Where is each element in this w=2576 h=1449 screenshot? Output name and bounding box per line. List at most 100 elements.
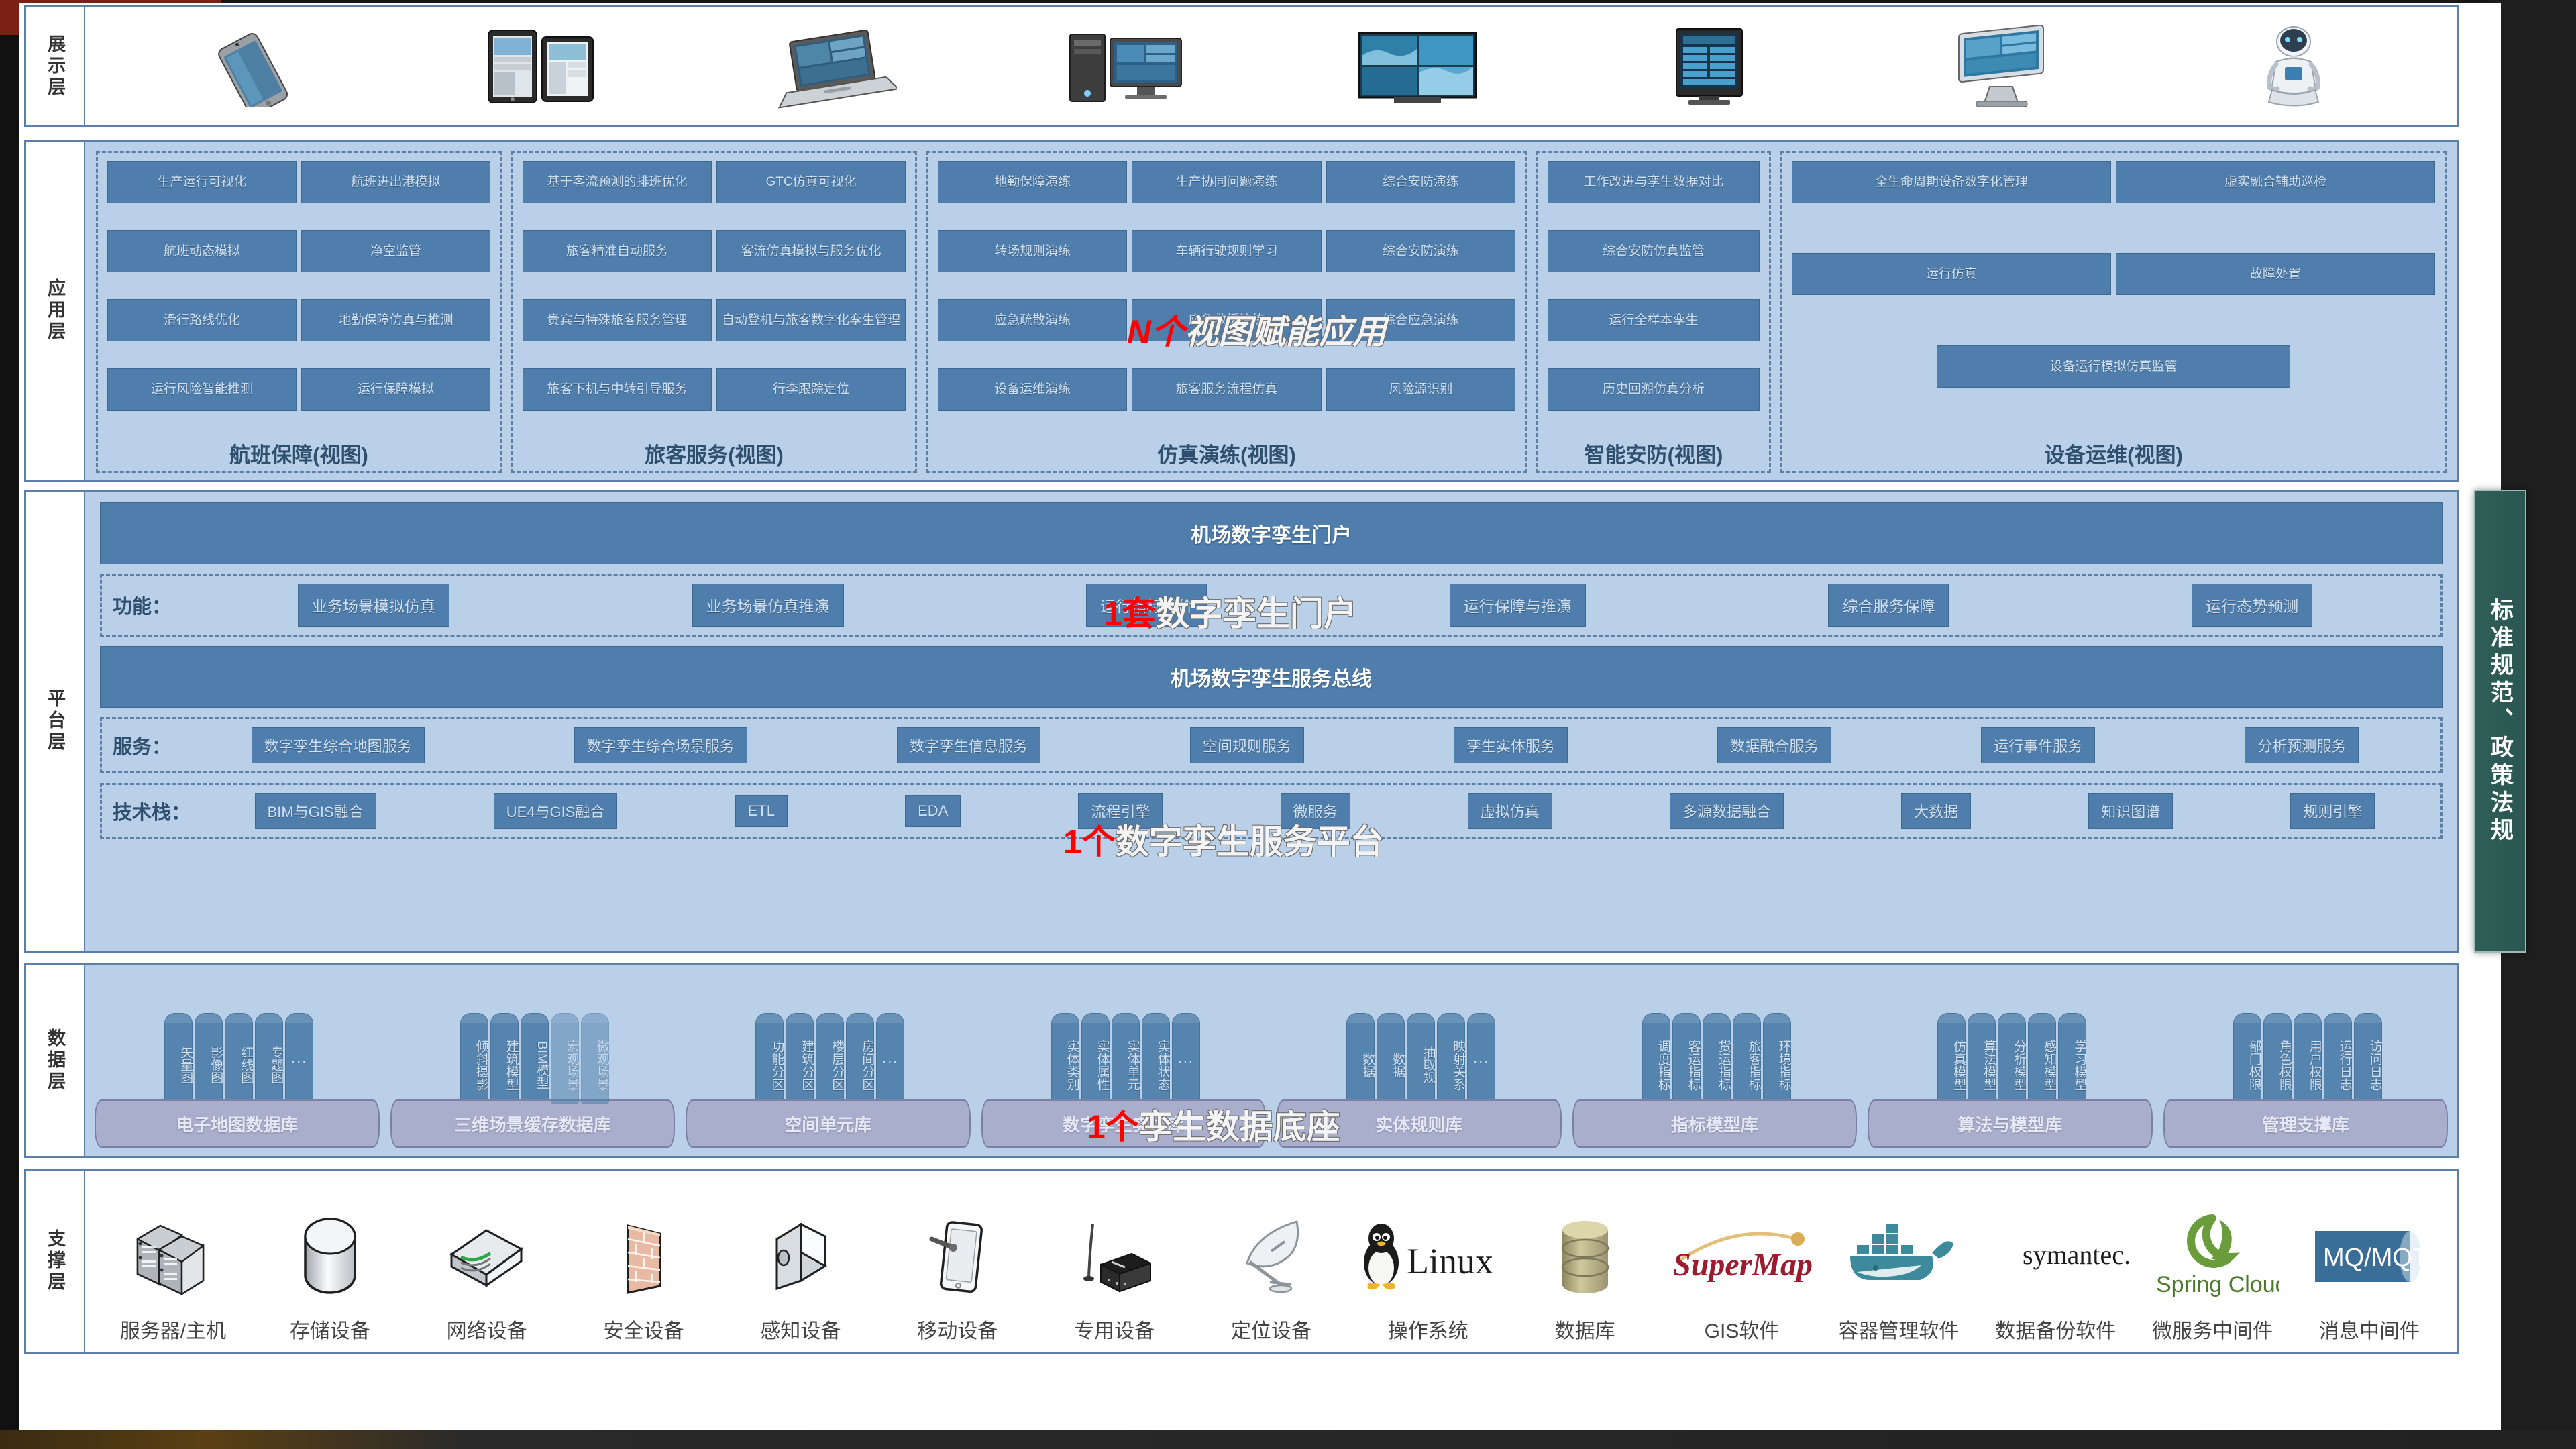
- app-item[interactable]: 运行保障模拟: [301, 368, 490, 411]
- app-item[interactable]: 应急疏散演练: [938, 299, 1128, 341]
- data-tube[interactable]: 实体类别: [1051, 1013, 1079, 1104]
- data-tube[interactable]: 部门权限: [2233, 1013, 2261, 1104]
- tech-chip[interactable]: EDA: [905, 795, 961, 827]
- tech-chip[interactable]: 流程引擎: [1078, 793, 1163, 829]
- app-item[interactable]: 旅客服务流程仿真: [1132, 368, 1322, 411]
- app-item[interactable]: 运行全样本孪生: [1548, 299, 1760, 341]
- data-tube[interactable]: 专题图: [255, 1013, 284, 1104]
- data-tube[interactable]: 仿真模型: [1937, 1013, 1966, 1104]
- data-tube[interactable]: 用户权限: [2293, 1013, 2322, 1104]
- data-tube[interactable]: 实体单元: [1111, 1013, 1140, 1104]
- app-item[interactable]: 自动登机与旅客数字化孪生管理: [716, 299, 906, 341]
- data-tube[interactable]: 运行日志: [2323, 1013, 2352, 1104]
- app-item[interactable]: 虚实融合辅助巡检: [2116, 161, 2435, 203]
- app-item[interactable]: 旅客下机与中转引导服务: [523, 368, 712, 411]
- data-tube[interactable]: 调度指标: [1642, 1013, 1670, 1104]
- tech-chip[interactable]: 规则引擎: [2290, 793, 2375, 829]
- data-tube[interactable]: 建筑模型: [490, 1013, 519, 1104]
- data-tube[interactable]: 实体状态: [1141, 1013, 1170, 1104]
- tech-chip[interactable]: 多源数据融合: [1669, 793, 1784, 829]
- app-item[interactable]: 航班进出港模拟: [301, 161, 490, 203]
- tech-chip[interactable]: 微服务: [1280, 793, 1350, 829]
- data-tube[interactable]: 环境指标: [1762, 1013, 1791, 1104]
- digital-twin-service-bus-bar[interactable]: 机场数字孪生服务总线: [100, 646, 2443, 708]
- service-chip[interactable]: 空间规则服务: [1189, 727, 1304, 763]
- app-item[interactable]: 全生命周期设备数字化管理: [1792, 161, 2111, 203]
- app-item[interactable]: 综合安防仿真监管: [1548, 230, 1760, 272]
- data-tube[interactable]: 实体属性: [1081, 1013, 1110, 1104]
- data-tube[interactable]: 数据: [1346, 1013, 1375, 1104]
- app-item[interactable]: 行李跟踪定位: [716, 368, 906, 411]
- data-tube[interactable]: 访问日志: [2353, 1013, 2382, 1104]
- tech-chip[interactable]: UE4与GIS融合: [493, 793, 618, 829]
- app-item[interactable]: 基于客流预测的排班优化: [523, 161, 712, 203]
- app-item[interactable]: 贵宾与特殊旅客服务管理: [523, 299, 712, 341]
- app-item[interactable]: 客流仿真模拟与服务优化: [716, 230, 906, 272]
- service-chip[interactable]: 数字孪生综合场景服务: [574, 727, 747, 763]
- data-tube[interactable]: 矢量图: [164, 1013, 193, 1104]
- data-tube[interactable]: 影像图: [195, 1013, 223, 1104]
- data-tube[interactable]: BIM模型: [520, 1013, 549, 1104]
- data-tube[interactable]: 房间分区: [846, 1013, 875, 1104]
- app-item[interactable]: 综合安防演练: [1326, 230, 1515, 272]
- app-item[interactable]: 生产运行可视化: [107, 161, 297, 203]
- app-item[interactable]: 生产协同问题演练: [1132, 161, 1322, 203]
- app-item[interactable]: 旅客精准自动服务: [523, 230, 712, 272]
- data-tube[interactable]: 数据: [1377, 1013, 1405, 1104]
- app-item[interactable]: 综合应急演练: [1326, 299, 1515, 341]
- data-tube[interactable]: 映射关系: [1437, 1013, 1466, 1104]
- app-item[interactable]: 运行风险智能推测: [107, 368, 297, 411]
- data-tube[interactable]: 倾斜摄影: [460, 1013, 488, 1104]
- app-item[interactable]: 净空监管: [301, 230, 490, 272]
- function-chip[interactable]: 业务场景仿真推演: [692, 584, 844, 627]
- app-item[interactable]: 车辆行驶规则学习: [1132, 230, 1322, 272]
- data-tube[interactable]: 微观场景: [580, 1013, 609, 1104]
- data-tube[interactable]: 楼层分区: [816, 1013, 845, 1104]
- data-tube[interactable]: 货运指标: [1702, 1013, 1731, 1104]
- app-item[interactable]: 应急救援演练: [1132, 299, 1322, 341]
- service-chip[interactable]: 分析预测服务: [2245, 727, 2359, 763]
- data-tube[interactable]: 红线图: [225, 1013, 254, 1104]
- function-chip[interactable]: 运行指标评价: [1086, 584, 1208, 627]
- data-tube[interactable]: 宏观场景: [550, 1013, 579, 1104]
- data-tube[interactable]: 功能分区: [755, 1013, 784, 1104]
- service-chip[interactable]: 数字孪生综合地图服务: [251, 727, 425, 763]
- app-item[interactable]: 转场规则演练: [938, 230, 1128, 272]
- data-tube[interactable]: 抽取规: [1407, 1013, 1436, 1104]
- app-item[interactable]: 运行仿真: [1792, 253, 2111, 296]
- data-tube[interactable]: 建筑分区: [786, 1013, 814, 1104]
- function-chip[interactable]: 运行保障与推演: [1449, 584, 1586, 627]
- data-tube[interactable]: 客运指标: [1672, 1013, 1701, 1104]
- tech-chip[interactable]: ETL: [735, 795, 788, 827]
- data-tube[interactable]: 感知模型: [2028, 1013, 2057, 1104]
- service-chip[interactable]: 运行事件服务: [1981, 727, 2096, 763]
- service-chip[interactable]: 数字孪生信息服务: [896, 727, 1040, 763]
- function-chip[interactable]: 综合服务保障: [1828, 584, 1949, 627]
- data-tube[interactable]: 旅客指标: [1732, 1013, 1761, 1104]
- app-item[interactable]: 设备运行模拟仿真监管: [1936, 345, 2291, 388]
- app-item[interactable]: 滑行路线优化: [107, 299, 297, 341]
- app-item[interactable]: GTC仿真可视化: [716, 161, 906, 203]
- function-chip[interactable]: 运行态势预测: [2192, 584, 2313, 627]
- app-item[interactable]: 航班动态模拟: [107, 230, 297, 272]
- digital-twin-portal-bar[interactable]: 机场数字孪生门户: [100, 502, 2443, 564]
- data-tube[interactable]: 算法模型: [1968, 1013, 1996, 1104]
- tech-chip[interactable]: BIM与GIS融合: [254, 793, 376, 829]
- tech-chip[interactable]: 虚拟仿真: [1467, 793, 1552, 829]
- app-item[interactable]: 历史回溯仿真分析: [1548, 368, 1760, 411]
- app-item[interactable]: 工作改进与孪生数据对比: [1548, 161, 1760, 203]
- app-item[interactable]: 故障处置: [2116, 253, 2435, 296]
- data-tube[interactable]: 角色权限: [2263, 1013, 2292, 1104]
- app-item[interactable]: 设备运维演练: [938, 368, 1128, 411]
- service-chip[interactable]: 数据融合服务: [1717, 727, 1832, 763]
- data-tube[interactable]: 分析模型: [1998, 1013, 2027, 1104]
- service-chip[interactable]: 孪生实体服务: [1454, 727, 1568, 763]
- tech-chip[interactable]: 知识图谱: [2088, 793, 2174, 829]
- tech-chip[interactable]: 大数据: [1901, 793, 1972, 829]
- app-item[interactable]: 风险源识别: [1326, 368, 1515, 411]
- function-chip[interactable]: 业务场景模拟仿真: [297, 584, 449, 627]
- app-item[interactable]: 地勤保障演练: [938, 161, 1128, 203]
- app-item[interactable]: 综合安防演练: [1326, 161, 1515, 203]
- app-item[interactable]: 地勤保障仿真与推测: [301, 299, 490, 341]
- data-tube[interactable]: 学习模型: [2058, 1013, 2087, 1104]
